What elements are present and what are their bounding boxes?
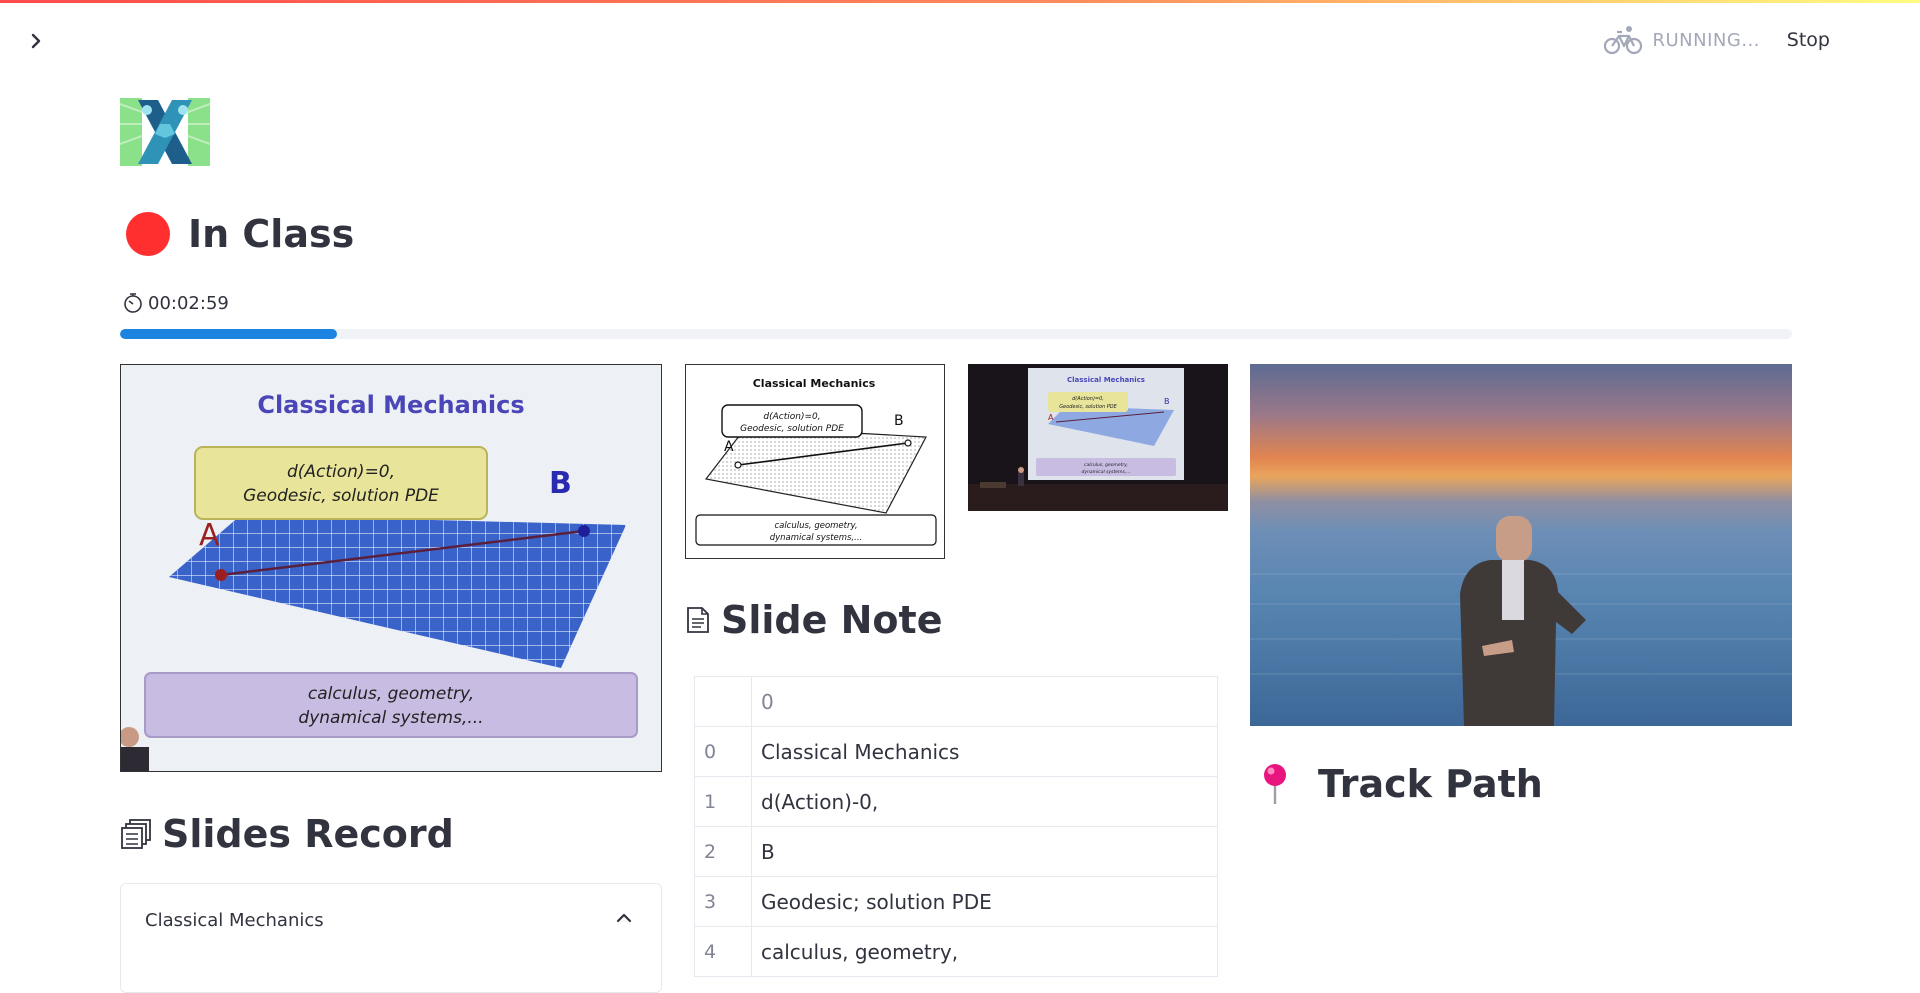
row-text-cell: d(Action)-0,: [751, 776, 1218, 827]
row-text-cell: calculus, geometry,: [751, 926, 1218, 977]
stopwatch-icon: [124, 293, 142, 313]
sketch-box-text-1: d(Action)=0,: [763, 412, 820, 422]
app-logo: [119, 94, 211, 170]
sketch-point-b: B: [894, 413, 904, 429]
title-row: In Class: [120, 212, 354, 256]
sketch-title-text: Classical Mechanics: [753, 377, 876, 390]
row-text-cell: Geodesic; solution PDE: [751, 876, 1218, 927]
stage-slide-title: Classical Mechanics: [1067, 376, 1145, 384]
card-index-icon: [121, 819, 151, 849]
slide-point-a: A: [199, 518, 220, 553]
table-row: 3 Geodesic; solution PDE: [694, 876, 1218, 927]
table-header-row: 0: [694, 676, 1218, 727]
memo-icon: [687, 607, 709, 633]
table-row: 4 calculus, geometry,: [694, 926, 1218, 977]
sketch-footer-text-2: dynamical systems,...: [770, 533, 863, 543]
stop-button[interactable]: Stop: [1787, 29, 1830, 51]
row-index-cell: 1: [694, 776, 752, 827]
progress-bar-fill: [120, 329, 338, 339]
row-text-cell: Classical Mechanics: [751, 726, 1218, 777]
slide-box-text-1: d(Action)=0,: [287, 462, 395, 482]
chevron-up-icon[interactable]: [615, 912, 633, 924]
sidebar-toggle-button[interactable]: [24, 29, 48, 53]
stage-point-a: A: [1048, 413, 1054, 422]
row-index-cell: 3: [694, 876, 752, 927]
row-text-cell: B: [751, 826, 1218, 877]
stage-camera-image: Classical Mechanics d(Action)=0, Geodesi…: [968, 364, 1228, 511]
stage-footer-text-1: calculus, geometry,: [1084, 462, 1128, 468]
slides-record-heading: Slides Record: [120, 812, 454, 856]
round-pushpin-icon: [1264, 764, 1286, 804]
timer-value: 00:02:59: [148, 292, 229, 314]
slide-point-b: B: [549, 466, 572, 501]
slide-record-expander[interactable]: Classical Mechanics: [120, 883, 662, 993]
index-header-cell: [694, 676, 752, 727]
page-title: In Class: [188, 212, 355, 256]
expander-label: Classical Mechanics: [145, 910, 324, 931]
stage-point-b: B: [1164, 397, 1170, 406]
stage-box-text-2: Geodesic, solution PDE: [1059, 404, 1117, 410]
row-index-cell: 0: [694, 726, 752, 777]
table-row: 2B: [694, 826, 1218, 877]
slide-box-text-2: Geodesic, solution PDE: [243, 486, 439, 506]
elapsed-timer: 00:02:59: [122, 292, 229, 314]
slides-record-title: Slides Record: [162, 812, 454, 856]
stage-box-text-1: d(Action)=0,: [1072, 396, 1104, 402]
slide-footer-text-2: dynamical systems,...: [298, 708, 483, 728]
slide-sketch-image: Classical Mechanics d(Action)=0, Geodesi…: [685, 364, 945, 559]
column-header-cell: 0: [751, 676, 1218, 727]
virtual-background-video: [1250, 364, 1792, 726]
recording-indicator-icon: [126, 212, 170, 256]
track-path-title: Track Path: [1318, 762, 1543, 806]
sketch-box-text-2: Geodesic, solution PDE: [740, 424, 844, 434]
slide-capture-image: Classical Mechanics d(Action)=0, Geodesi…: [120, 364, 662, 772]
row-index-cell: 4: [694, 926, 752, 977]
slide-note-title: Slide Note: [721, 598, 943, 642]
slide-footer-text-1: calculus, geometry,: [308, 684, 474, 704]
progress-bar: [120, 329, 1792, 339]
slide-title-text: Classical Mechanics: [257, 391, 524, 419]
main-content: In Class 00:02:59 Classical Mechanics d(…: [119, 0, 1792, 993]
table-row: 1 d(Action)-0,: [694, 776, 1218, 827]
sketch-point-a: A: [724, 439, 734, 455]
sketch-footer-text-1: calculus, geometry,: [774, 521, 857, 531]
chevron-right-icon: [31, 33, 41, 49]
slide-note-table: 0 0 Classical Mechanics 1 d(Action)-0, 2 B 3 Ge…: [694, 676, 1218, 977]
row-index-cell: 2: [694, 826, 752, 877]
slide-note-heading: Slide Note: [685, 598, 942, 642]
track-path-heading: Track Path: [1260, 762, 1543, 806]
table-row: 0 Classical Mechanics: [694, 726, 1218, 777]
stage-footer-text-2: dynamical systems,...: [1081, 469, 1130, 475]
